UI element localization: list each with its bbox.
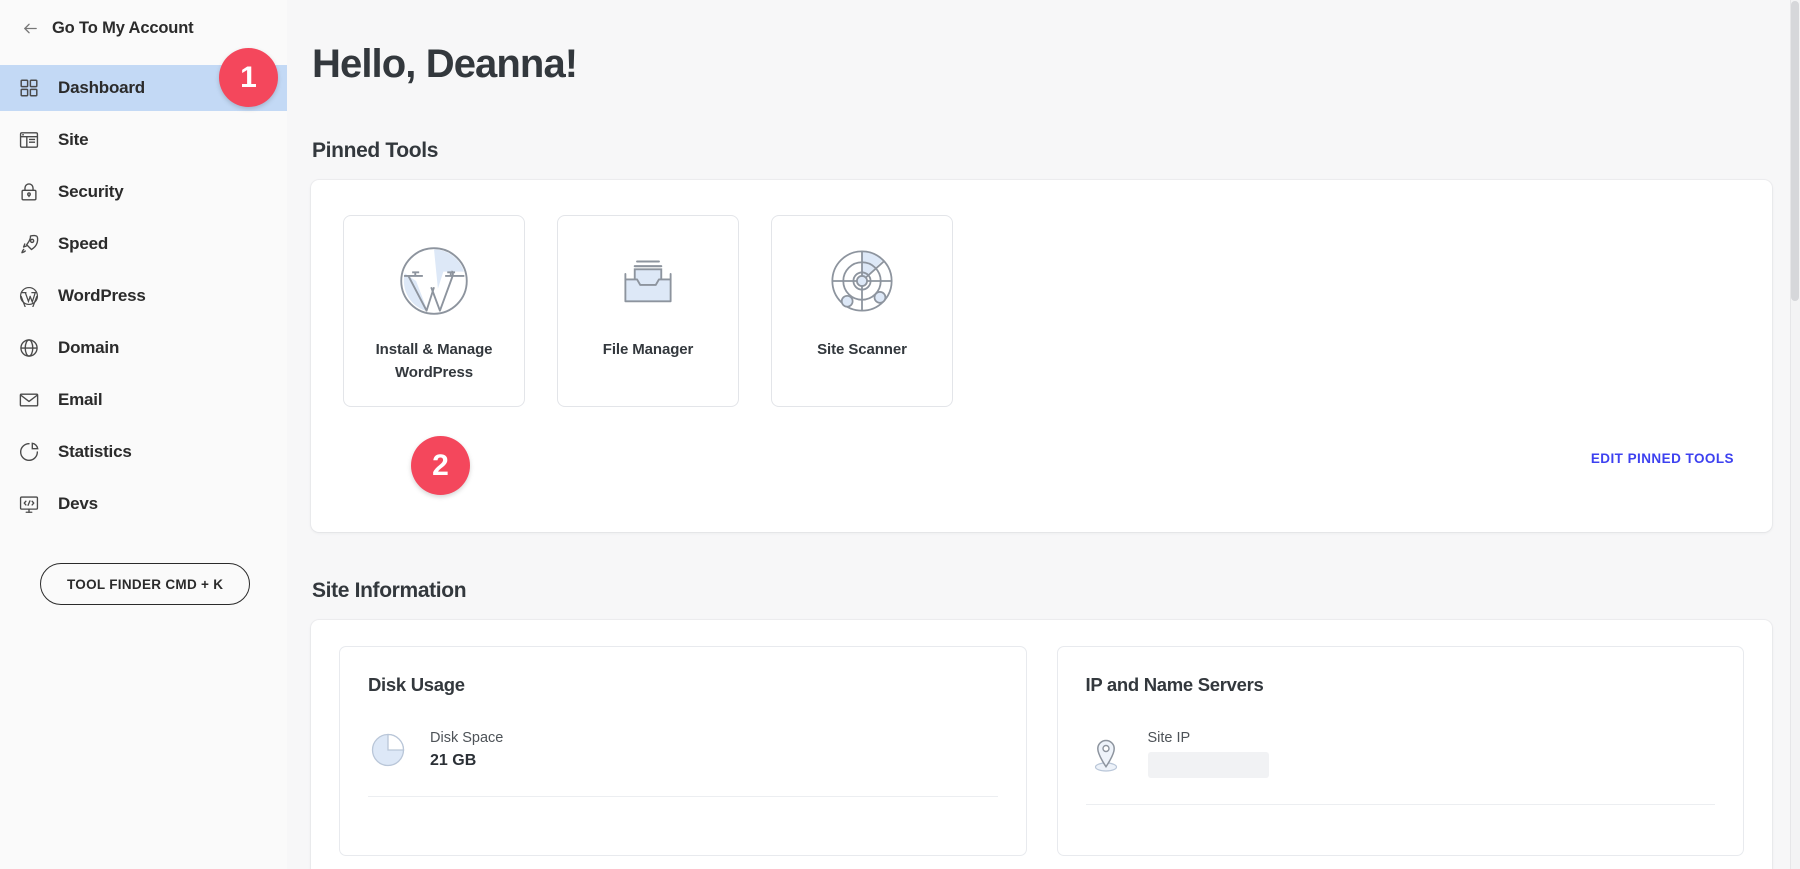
pie-chart-icon bbox=[368, 730, 408, 770]
ip-name-servers-title: IP and Name Servers bbox=[1086, 674, 1716, 696]
arrow-left-icon bbox=[22, 20, 39, 37]
ip-name-servers-divider bbox=[1086, 804, 1716, 805]
site-information-heading: Site Information bbox=[312, 579, 1772, 603]
disk-usage-divider bbox=[368, 796, 998, 797]
disk-space-row: Disk Space 21 GB bbox=[368, 730, 998, 770]
go-to-my-account-label: Go To My Account bbox=[52, 19, 194, 38]
disk-space-texts: Disk Space 21 GB bbox=[430, 730, 503, 770]
ip-name-servers-card: IP and Name Servers Site IP bbox=[1057, 646, 1745, 856]
site-ip-value-placeholder bbox=[1148, 752, 1269, 778]
sidebar-item-label: Domain bbox=[58, 338, 119, 358]
sidebar-item-wordpress[interactable]: WordPress bbox=[0, 273, 287, 319]
sidebar-item-site[interactable]: Site bbox=[0, 117, 287, 163]
pinned-tool-label: Install & Manage WordPress bbox=[364, 338, 504, 385]
tool-finder-button[interactable]: TOOL FINDER CMD + K bbox=[40, 563, 250, 605]
sidebar: Go To My Account Dashboard bbox=[0, 0, 287, 869]
app-root: Go To My Account Dashboard bbox=[0, 0, 1800, 869]
wordpress-icon bbox=[395, 242, 473, 320]
edit-pinned-tools-button[interactable]: EDIT PINNED TOOLS bbox=[1591, 451, 1734, 466]
globe-icon bbox=[18, 337, 40, 359]
pinned-tool-card-site-scanner[interactable]: Site Scanner bbox=[771, 215, 953, 407]
main-content: Hello, Deanna! Pinned Tools bbox=[287, 0, 1800, 869]
location-pin-icon bbox=[1086, 734, 1126, 774]
sidebar-item-label: Site bbox=[58, 130, 88, 150]
grid-icon bbox=[18, 77, 40, 99]
pie-chart-icon bbox=[18, 441, 40, 463]
file-tray-icon bbox=[609, 242, 687, 320]
disk-space-value: 21 GB bbox=[430, 752, 503, 770]
pinned-tool-label: Site Scanner bbox=[817, 338, 907, 361]
site-ip-row: Site IP bbox=[1086, 730, 1716, 778]
lock-icon bbox=[18, 181, 40, 203]
sidebar-item-speed[interactable]: Speed bbox=[0, 221, 287, 267]
sidebar-item-label: Dashboard bbox=[58, 78, 145, 98]
sidebar-item-dashboard[interactable]: Dashboard bbox=[0, 65, 287, 111]
radar-icon bbox=[823, 242, 901, 320]
sidebar-item-email[interactable]: Email bbox=[0, 377, 287, 423]
envelope-icon bbox=[18, 389, 40, 411]
pinned-tools-heading: Pinned Tools bbox=[312, 139, 1772, 163]
tool-finder-container: TOOL FINDER CMD + K bbox=[0, 563, 287, 605]
sidebar-item-devs[interactable]: Devs bbox=[0, 481, 287, 527]
go-to-my-account-link[interactable]: Go To My Account bbox=[0, 10, 287, 46]
pinned-tool-label: File Manager bbox=[603, 338, 694, 361]
rocket-icon bbox=[18, 233, 40, 255]
sidebar-item-label: Email bbox=[58, 390, 102, 410]
site-ip-texts: Site IP bbox=[1148, 730, 1269, 778]
site-information-panel: Disk Usage Disk Space 21 GB IP and Name … bbox=[311, 620, 1772, 869]
sidebar-item-domain[interactable]: Domain bbox=[0, 325, 287, 371]
pinned-tools-panel: Install & Manage WordPress File Manager bbox=[311, 180, 1772, 532]
pinned-tools-grid: Install & Manage WordPress File Manager bbox=[343, 215, 1740, 407]
browser-icon bbox=[18, 129, 40, 151]
disk-space-label: Disk Space bbox=[430, 730, 503, 746]
sidebar-item-statistics[interactable]: Statistics bbox=[0, 429, 287, 475]
pinned-tool-card-wordpress[interactable]: Install & Manage WordPress bbox=[343, 215, 525, 407]
site-ip-label: Site IP bbox=[1148, 730, 1269, 746]
pinned-tool-card-file-manager[interactable]: File Manager bbox=[557, 215, 739, 407]
wordpress-icon bbox=[18, 285, 40, 307]
sidebar-item-security[interactable]: Security bbox=[0, 169, 287, 215]
sidebar-nav: Dashboard Site bbox=[0, 65, 287, 527]
disk-usage-card: Disk Usage Disk Space 21 GB bbox=[339, 646, 1027, 856]
edit-pinned-tools-row: EDIT PINNED TOOLS bbox=[343, 451, 1740, 466]
sidebar-item-label: Statistics bbox=[58, 442, 132, 462]
disk-usage-title: Disk Usage bbox=[368, 674, 998, 696]
vertical-scrollbar-thumb[interactable] bbox=[1791, 1, 1799, 301]
code-icon bbox=[18, 493, 40, 515]
sidebar-item-label: WordPress bbox=[58, 286, 146, 306]
sidebar-item-label: Devs bbox=[58, 494, 98, 514]
page-title: Hello, Deanna! bbox=[312, 42, 1772, 87]
sidebar-item-label: Security bbox=[58, 182, 124, 202]
sidebar-item-label: Speed bbox=[58, 234, 108, 254]
